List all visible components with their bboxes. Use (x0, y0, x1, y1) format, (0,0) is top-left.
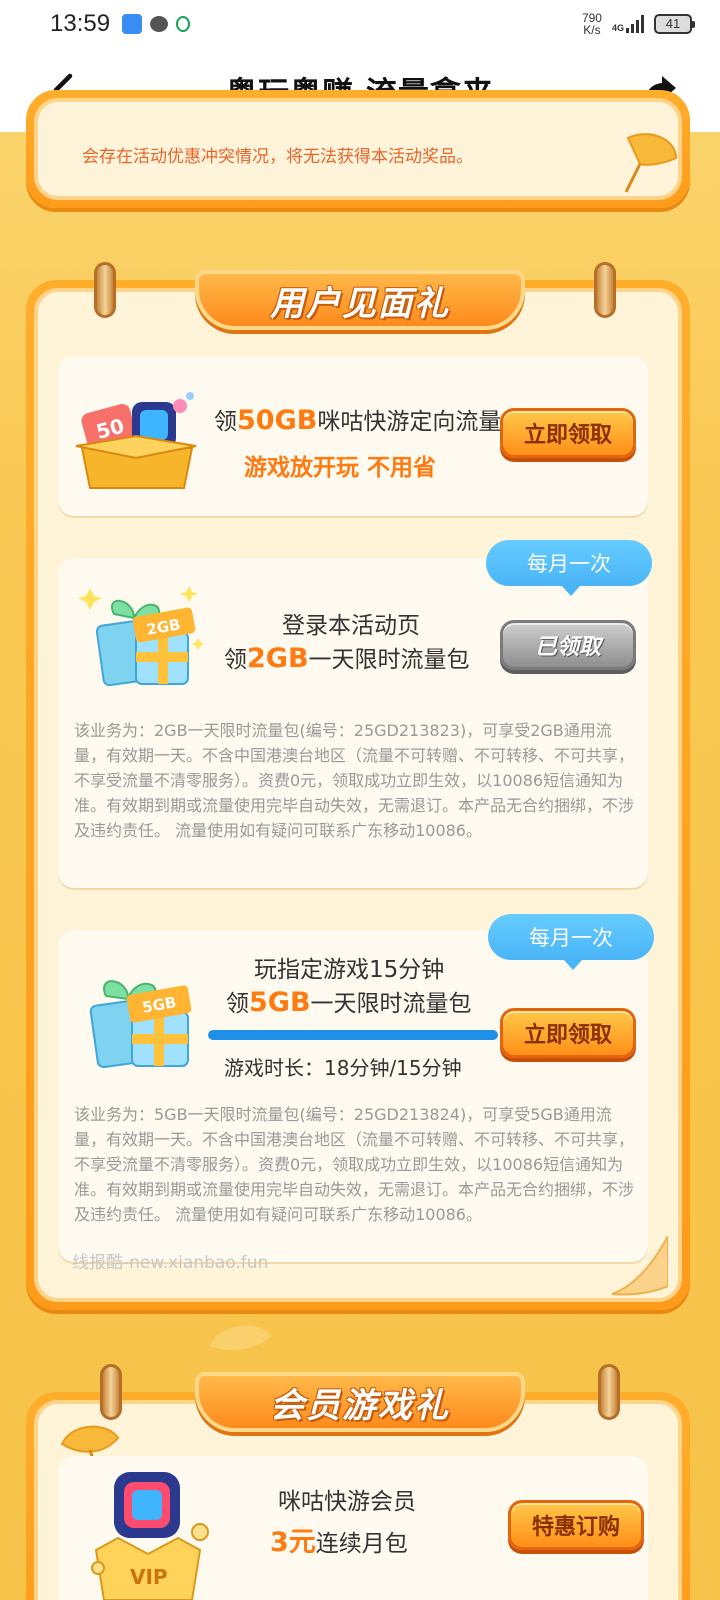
cloud-icon (122, 14, 143, 34)
status-bar: 13:59 790 K/s 4G 41 (0, 0, 720, 48)
play-time-progress-bar (208, 1030, 498, 1040)
binder-ring (594, 262, 616, 318)
section-title: 用户见面礼 (270, 283, 450, 324)
section-title: 会员游戏礼 (270, 1385, 450, 1426)
claim-50gb-button[interactable]: 立即领取 (500, 408, 636, 458)
rules-card: 会存在活动优惠冲突情况，将无法获得本活动奖品。 (26, 90, 690, 208)
page-curl-decoration (611, 1236, 668, 1296)
net-speed-unit: K/s (583, 23, 601, 37)
battery-icon: 41 (654, 14, 695, 34)
gift3-amount: 5GB (249, 987, 311, 1018)
binder-ring (598, 1364, 620, 1420)
net-type: 4G (611, 23, 624, 33)
status-time: 13:59 (50, 10, 111, 37)
gift1-amount: 50GB (237, 405, 318, 436)
gift2-line2: 领2GB一天限时流量包 (224, 640, 470, 674)
gift3-prefix: 领 (226, 991, 249, 1017)
gift1-suffix: 咪咕快游定向流量 (317, 409, 502, 435)
gift3-terms: 该业务为：5GB一天限时流量包(编号：25GD213824)，可享受5GB通用流… (74, 1105, 635, 1224)
gift3-line1: 玩指定游戏15分钟 (254, 957, 445, 983)
ginkgo-leaf-icon (210, 1325, 272, 1351)
vip-crown-icon: VIP (91, 1472, 209, 1600)
claim-5gb-button[interactable]: 立即领取 (500, 1008, 636, 1058)
monthly-once-badge: 每月一次 (486, 540, 652, 596)
member-line1: 咪咕快游会员 (278, 1489, 416, 1515)
gift-box-2gb-icon: 2GB (78, 586, 204, 687)
subscribe-vip-button[interactable]: 特惠订购 (508, 1500, 644, 1550)
gift2-terms: 该业务为：2GB一天限时流量包(编号：25GD213823)，可享受2GB通用流… (74, 721, 635, 840)
binder-ring (100, 1364, 122, 1420)
gift2-prefix: 领 (224, 647, 247, 673)
gift2-line1: 登录本活动页 (282, 613, 420, 639)
member-line2: 3元连续月包 (270, 1520, 408, 1559)
claimed-2gb-button[interactable]: 已领取 (500, 620, 636, 670)
gift-box-50gb-icon: 50 (75, 392, 197, 489)
crown-label: VIP (130, 1565, 168, 1589)
member-suffix: 连续月包 (315, 1531, 408, 1557)
member-price: 3元 (270, 1527, 316, 1558)
section-banner: 用户见面礼 (195, 270, 525, 330)
gift1-slogan: 游戏放开玩 不用省 (244, 455, 437, 481)
watermark: 线报酷-new.xianbao.fun (72, 1253, 269, 1273)
monthly-once-badge: 每月一次 (488, 914, 654, 970)
gift-box-5gb-icon: 5GB (89, 980, 192, 1069)
rules-text: 会存在活动优惠冲突情况，将无法获得本活动奖品。 (82, 147, 473, 167)
section-banner: 会员游戏礼 (195, 1372, 525, 1432)
net-speed: 790 K/s (582, 12, 602, 36)
gift2-suffix: 一天限时流量包 (308, 647, 470, 673)
ginkgo-leaf-icon (624, 133, 678, 193)
binder-ring (94, 262, 116, 318)
chat-icon (150, 16, 169, 32)
signal-icon (626, 15, 644, 33)
gift3-suffix: 一天限时流量包 (310, 991, 472, 1017)
play-time-label: 游戏时长：18分钟/15分钟 (224, 1056, 462, 1080)
gift1-line1: 领50GB咪咕快游定向流量 (214, 402, 501, 436)
gift2-amount: 2GB (247, 643, 309, 674)
gift3-line2: 领5GB一天限时流量包 (226, 984, 472, 1018)
gift1-prefix: 领 (214, 409, 237, 435)
mobile-carrier-icon (176, 16, 191, 32)
